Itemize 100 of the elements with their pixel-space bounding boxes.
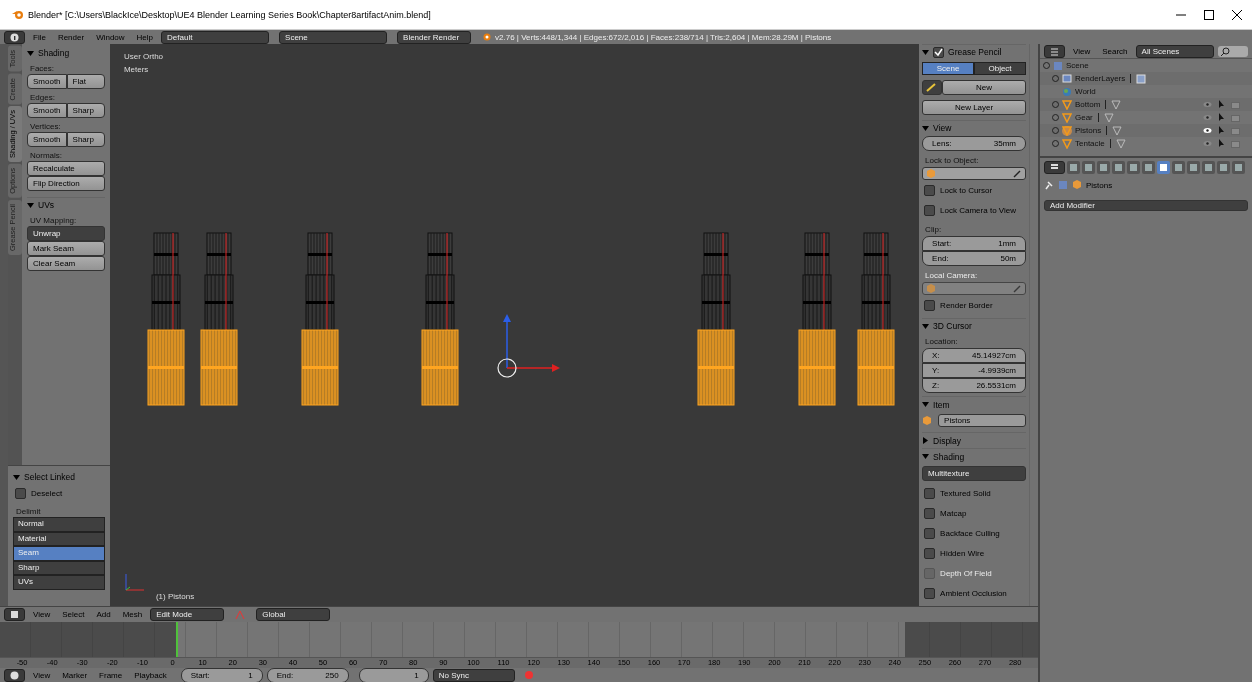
- checkbox[interactable]: [924, 527, 936, 539]
- menu-item[interactable]: View: [1069, 46, 1095, 56]
- properties-tab[interactable]: [1187, 160, 1200, 174]
- menu-item[interactable]: Mesh: [118, 610, 147, 619]
- properties-tab[interactable]: [1232, 160, 1245, 174]
- checkbox[interactable]: [924, 507, 936, 519]
- properties-tab[interactable]: [1172, 160, 1185, 174]
- editor-type-button[interactable]: [4, 608, 25, 621]
- expand-triangle-icon[interactable]: [922, 401, 930, 409]
- editor-type-button[interactable]: [4, 30, 25, 44]
- outliner-item[interactable]: Tentacle: [1075, 139, 1105, 148]
- number-field[interactable]: Z: 26.5531cm: [922, 378, 1026, 394]
- source-tab[interactable]: Scene: [922, 61, 975, 75]
- properties-tab[interactable]: [1112, 160, 1125, 174]
- editor-type-button[interactable]: [1044, 44, 1065, 58]
- expand-triangle-icon[interactable]: [27, 201, 34, 209]
- menu-item[interactable]: Marker: [58, 670, 92, 680]
- menu-item[interactable]: Add: [92, 610, 115, 619]
- editor-type-button[interactable]: [4, 668, 25, 682]
- delimit-option[interactable]: Seam: [13, 546, 105, 561]
- shading-button[interactable]: Smooth: [27, 132, 67, 147]
- number-field[interactable]: Start: 1mm: [922, 235, 1026, 251]
- unwrap-dropdown[interactable]: Unwrap: [27, 226, 105, 241]
- outliner-item[interactable]: Gear: [1075, 113, 1093, 122]
- menu-item[interactable]: Frame: [95, 670, 127, 680]
- number-field[interactable]: X: 45.14927cm: [922, 348, 1026, 364]
- screen-layout-field[interactable]: Default: [161, 30, 270, 44]
- expand-triangle-icon[interactable]: [922, 322, 930, 330]
- object-name-field[interactable]: Pistons: [938, 414, 1026, 428]
- number-field[interactable]: Y: -4.9939cm: [922, 363, 1026, 379]
- delimit-option[interactable]: Normal: [13, 517, 105, 532]
- outliner-item[interactable]: World: [1075, 87, 1096, 96]
- properties-tab[interactable]: [1217, 160, 1230, 174]
- add-modifier-dropdown[interactable]: Add Modifier: [1044, 200, 1248, 211]
- properties-tab[interactable]: [1157, 160, 1170, 174]
- scrollbar[interactable]: [1029, 44, 1038, 606]
- seam-button[interactable]: Clear Seam: [27, 256, 105, 271]
- expand-triangle-icon[interactable]: [922, 48, 930, 56]
- outliner-item[interactable]: RenderLayers: [1075, 74, 1126, 83]
- expand-triangle-icon[interactable]: [27, 49, 34, 57]
- 3d-viewport[interactable]: User Ortho Meters (1) Pistons: [109, 44, 920, 606]
- normals-button[interactable]: Recalculate: [27, 161, 105, 176]
- properties-tab[interactable]: [1082, 160, 1095, 174]
- cursor-icon[interactable]: [497, 358, 517, 378]
- outliner-item[interactable]: Bottom: [1075, 100, 1101, 109]
- mode-dropdown[interactable]: Edit Mode: [150, 608, 225, 621]
- pencil-dropdown[interactable]: [922, 79, 943, 95]
- checkbox[interactable]: [924, 587, 936, 599]
- scene-filter-dropdown[interactable]: All Scenes: [1135, 44, 1214, 58]
- menu-item[interactable]: Select: [58, 610, 89, 619]
- source-tab[interactable]: Object: [974, 61, 1026, 75]
- expand-triangle-icon[interactable]: [13, 473, 20, 481]
- checkbox[interactable]: [933, 46, 945, 58]
- maximize-icon[interactable]: [1204, 9, 1214, 20]
- new-button[interactable]: New: [942, 79, 1026, 95]
- shading-button[interactable]: Smooth: [27, 103, 67, 118]
- object-field[interactable]: [922, 166, 1026, 180]
- faded-eye-icon[interactable]: [1203, 140, 1212, 147]
- delimit-option[interactable]: UVs: [13, 575, 105, 590]
- close-icon[interactable]: [1232, 9, 1242, 20]
- shading-button[interactable]: Sharp: [66, 132, 105, 147]
- menu-item[interactable]: Search: [1098, 46, 1132, 56]
- properties-tab[interactable]: [1202, 160, 1215, 174]
- outliner-item[interactable]: Pistons: [1075, 126, 1102, 135]
- playhead[interactable]: [176, 622, 179, 657]
- checkbox[interactable]: [924, 299, 936, 311]
- checkbox[interactable]: [15, 488, 26, 499]
- seam-button[interactable]: Mark Seam: [27, 241, 105, 256]
- expand-triangle-icon[interactable]: [922, 437, 930, 445]
- menu-item[interactable]: Help: [132, 32, 158, 42]
- shading-dropdown[interactable]: Multitexture: [922, 465, 1026, 481]
- menu-item[interactable]: Window: [92, 32, 129, 42]
- expand-triangle-icon[interactable]: [922, 124, 930, 132]
- number-field[interactable]: Lens: 35mm: [922, 135, 1026, 151]
- properties-tab[interactable]: [1142, 160, 1155, 174]
- shading-button[interactable]: Smooth: [27, 74, 67, 89]
- properties-tab[interactable]: [1067, 160, 1080, 174]
- faded-eye-icon[interactable]: [1203, 101, 1212, 108]
- eye-icon[interactable]: [1203, 127, 1212, 134]
- menu-item[interactable]: View: [29, 670, 55, 680]
- new-layer-button[interactable]: New Layer: [922, 99, 1026, 115]
- search-field[interactable]: [1217, 45, 1248, 57]
- render-engine-dropdown[interactable]: Blender Render: [397, 30, 472, 44]
- checkbox[interactable]: [924, 204, 936, 216]
- expand-triangle-icon[interactable]: [922, 453, 930, 461]
- properties-tab[interactable]: [1127, 160, 1140, 174]
- normals-button[interactable]: Flip Direction: [27, 176, 105, 191]
- scene-field[interactable]: Scene: [279, 30, 388, 44]
- checkbox[interactable]: [924, 487, 936, 499]
- menu-item[interactable]: File: [29, 32, 50, 42]
- sync-dropdown[interactable]: No Sync: [432, 668, 515, 682]
- editor-type-button[interactable]: [1044, 160, 1065, 174]
- menu-item[interactable]: Render: [53, 32, 89, 42]
- properties-tab[interactable]: [1097, 160, 1110, 174]
- faded-eye-icon[interactable]: [1203, 114, 1212, 121]
- shading-button[interactable]: Flat: [66, 74, 105, 89]
- menu-item[interactable]: View: [29, 610, 55, 619]
- checkbox[interactable]: [924, 184, 936, 196]
- outliner-item[interactable]: Scene: [1066, 61, 1089, 70]
- checkbox[interactable]: [924, 547, 936, 559]
